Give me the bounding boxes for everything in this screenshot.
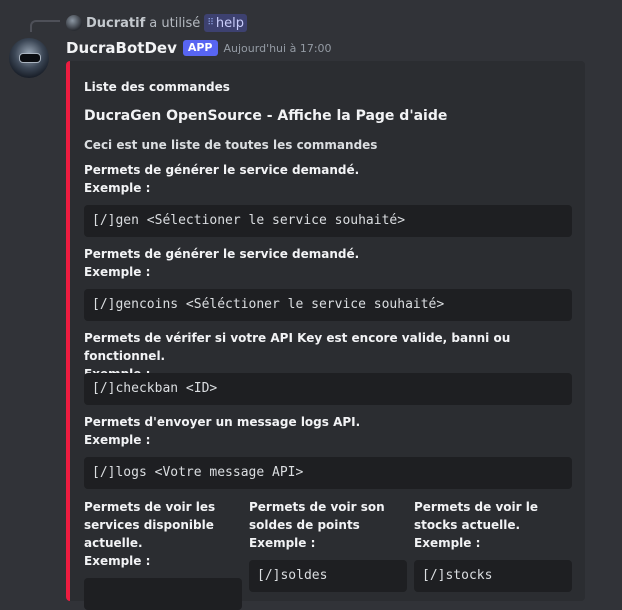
avatar-visor: [19, 53, 41, 63]
field-example-label: Exemple :: [84, 265, 151, 279]
command-name: help: [215, 15, 245, 31]
bot-avatar[interactable]: [9, 38, 49, 78]
slash-command-icon: ⠿: [207, 18, 214, 28]
field-code-block: [/]gen <Sélectioner le service souhaité>: [84, 205, 572, 237]
embed-title: DucraGen OpenSource - Affiche la Page d'…: [84, 108, 448, 124]
field-name: Permets de voir les services disponible …: [84, 500, 216, 550]
reply-username[interactable]: Ducratif: [86, 16, 145, 31]
message-timestamp[interactable]: Aujourd'hui à 17:00: [224, 42, 332, 55]
embed-field-checkban: Permets de vérifer si votre API Key est …: [84, 329, 572, 405]
embed-author: Liste des commandes: [84, 80, 230, 94]
field-name: Permets de générer le service demandé.: [84, 163, 360, 177]
field-name: Permets de voir son soldes de points: [249, 500, 385, 532]
embed-field-gen: Permets de générer le service demandé. E…: [84, 161, 572, 237]
field-example-label: Exemple :: [414, 536, 481, 550]
reply-connector: [30, 20, 60, 32]
help-embed: Liste des commandes DucraGen OpenSource …: [66, 61, 585, 610]
embed-inline-field-soldes: Permets de voir son soldes de points Exe…: [249, 498, 407, 592]
embed-inline-field-stocks: Permets de voir le stocks actuelle. Exem…: [414, 498, 572, 592]
reply-context[interactable]: Ducratif a utilisé ⠿ help: [66, 13, 248, 33]
field-example-label: Exemple :: [84, 554, 151, 568]
field-name: Permets de voir le stocks actuelle.: [414, 500, 538, 532]
field-example-label: Exemple :: [84, 433, 151, 447]
bot-username[interactable]: DucraBotDev: [66, 39, 177, 57]
field-code-block: [84, 578, 242, 610]
embed-description: Ceci est une liste de toutes les command…: [84, 138, 378, 152]
field-code-block: [/]soldes: [249, 560, 407, 592]
field-example-label: Exemple :: [84, 181, 151, 195]
reply-avatar[interactable]: [66, 15, 82, 31]
embed-inline-field-services: Permets de voir les services disponible …: [84, 498, 242, 610]
reply-action: a utilisé: [149, 15, 201, 31]
field-code-block: [/]gencoins <Séléctioner le service souh…: [84, 289, 572, 321]
command-mention[interactable]: ⠿ help: [204, 14, 248, 32]
field-code-block: [/]checkban <ID>: [84, 373, 572, 405]
field-example-label: Exemple :: [249, 536, 316, 550]
app-badge: APP: [182, 40, 218, 56]
field-code-block: [/]logs <Votre message API>: [84, 457, 572, 489]
field-code-block: [/]stocks: [414, 560, 572, 592]
field-name: Permets de générer le service demandé.: [84, 247, 360, 261]
field-name: Permets d'envoyer un message logs API.: [84, 415, 361, 429]
embed-field-gencoins: Permets de générer le service demandé. E…: [84, 245, 572, 321]
field-name: Permets de vérifer si votre API Key est …: [84, 331, 511, 363]
embed-field-logs: Permets d'envoyer un message logs API. E…: [84, 413, 572, 489]
message-header: DucraBotDev APP Aujourd'hui à 17:00: [66, 37, 332, 59]
